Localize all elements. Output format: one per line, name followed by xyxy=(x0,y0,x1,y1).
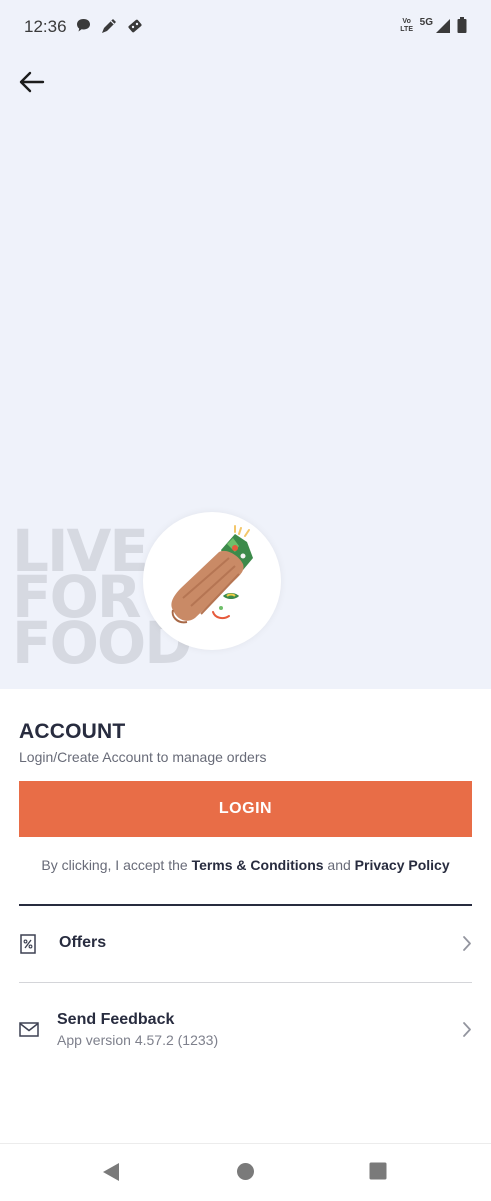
status-time: 12:36 xyxy=(24,17,67,36)
chevron-right-icon xyxy=(462,1021,472,1043)
login-button[interactable]: LOGIN xyxy=(19,781,472,837)
offers-label: Offers xyxy=(59,934,107,951)
battery-icon xyxy=(457,16,467,39)
hero-banner: LIVE FOR FOOD xyxy=(0,52,491,689)
send-feedback-label: Send Feedback xyxy=(57,1011,175,1028)
nav-recents-button[interactable] xyxy=(369,1162,387,1185)
account-header: ACCOUNT Login/Create Account to manage o… xyxy=(19,720,472,765)
terms-and-text: and xyxy=(323,857,355,873)
circle-home-icon xyxy=(237,1163,254,1180)
status-bar: 12:36 Vo LTE 5G xyxy=(0,0,491,52)
square-recents-icon xyxy=(369,1162,387,1180)
volte-bottom-text: LTE xyxy=(400,26,413,33)
network-type-label: 5G xyxy=(419,17,433,28)
app-version-text: App version 4.57.2 (1233) xyxy=(57,1032,219,1048)
nav-home-button[interactable] xyxy=(236,1162,255,1186)
mail-icon xyxy=(19,1022,39,1042)
terms-conditions-link[interactable]: Terms & Conditions xyxy=(192,857,324,873)
send-feedback-row[interactable]: Send Feedback App version 4.57.2 (1233) xyxy=(19,1002,472,1056)
nav-back-button[interactable] xyxy=(101,1162,121,1187)
food-illustration-circle xyxy=(143,512,281,650)
volte-indicator: Vo LTE xyxy=(400,18,413,34)
back-arrow-icon xyxy=(19,71,45,93)
burrito-illustration xyxy=(171,525,253,624)
section-divider xyxy=(19,904,472,906)
ticket-icon xyxy=(126,17,144,40)
system-navigation-bar xyxy=(0,1143,491,1201)
account-subtitle: Login/Create Account to manage orders xyxy=(19,749,267,765)
row-divider xyxy=(19,982,472,983)
pen-icon xyxy=(100,17,118,40)
chevron-right-icon xyxy=(462,935,472,957)
triangle-back-icon xyxy=(103,1163,119,1181)
account-title: ACCOUNT xyxy=(19,720,126,743)
terms-text: By clicking, I accept the Terms & Condit… xyxy=(0,857,491,873)
offers-icon xyxy=(19,933,37,960)
signal-icon xyxy=(435,16,451,39)
back-button[interactable] xyxy=(16,68,48,96)
privacy-policy-link[interactable]: Privacy Policy xyxy=(355,857,450,873)
offers-row[interactable]: Offers xyxy=(19,922,472,966)
volte-top-text: Vo xyxy=(402,18,411,25)
chat-icon xyxy=(75,17,92,39)
terms-prefix: By clicking, I accept the xyxy=(41,857,192,873)
